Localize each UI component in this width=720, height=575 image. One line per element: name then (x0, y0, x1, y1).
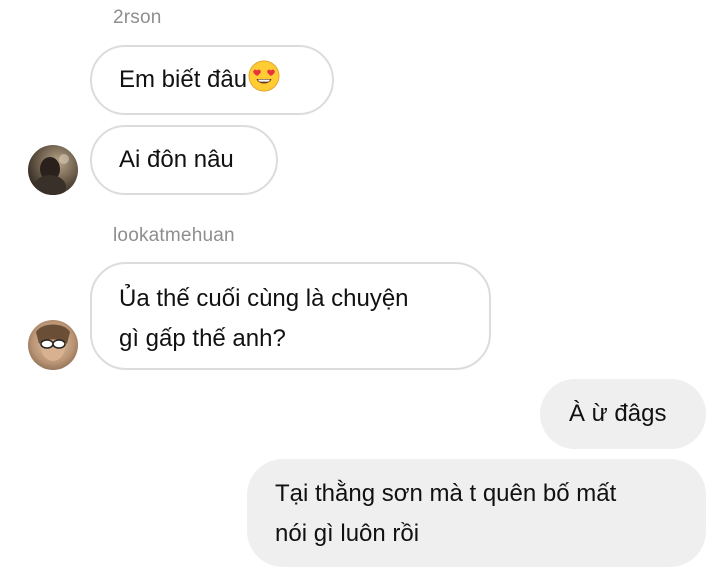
message-text: À ừ đâgs (569, 400, 667, 427)
heart-eyes-emoji-icon (248, 60, 280, 92)
avatar[interactable] (28, 320, 78, 370)
message-text: Em biết đâu (119, 66, 248, 93)
message-text-line: Ủa thế cuối cùng là chuyện (119, 285, 409, 312)
avatar-photo-icon (28, 145, 78, 195)
sender-name: lookatmehuan (113, 225, 235, 246)
message-text: Ai đôn nâu (119, 146, 234, 173)
message-text-line: Tại thằng sơn mà t quên bố mất (275, 480, 617, 507)
message-bubble-outgoing[interactable]: À ừ đâgs (540, 379, 706, 449)
message-text-line: nói gì luôn rồi (275, 520, 420, 547)
avatar[interactable] (28, 145, 78, 195)
message-bubble-outgoing[interactable]: Tại thằng sơn mà t quên bố mất nói gì lu… (247, 459, 706, 567)
avatar-photo-icon (28, 320, 78, 370)
message-bubble-incoming[interactable]: Ủa thế cuối cùng là chuyện gì gấp thế an… (90, 262, 491, 370)
message-text-line: gì gấp thế anh? (119, 325, 286, 352)
sender-name: 2rson (113, 7, 162, 28)
message-bubble-incoming[interactable]: Em biết đâu (90, 45, 334, 115)
message-bubble-incoming[interactable]: Ai đôn nâu (90, 125, 278, 195)
